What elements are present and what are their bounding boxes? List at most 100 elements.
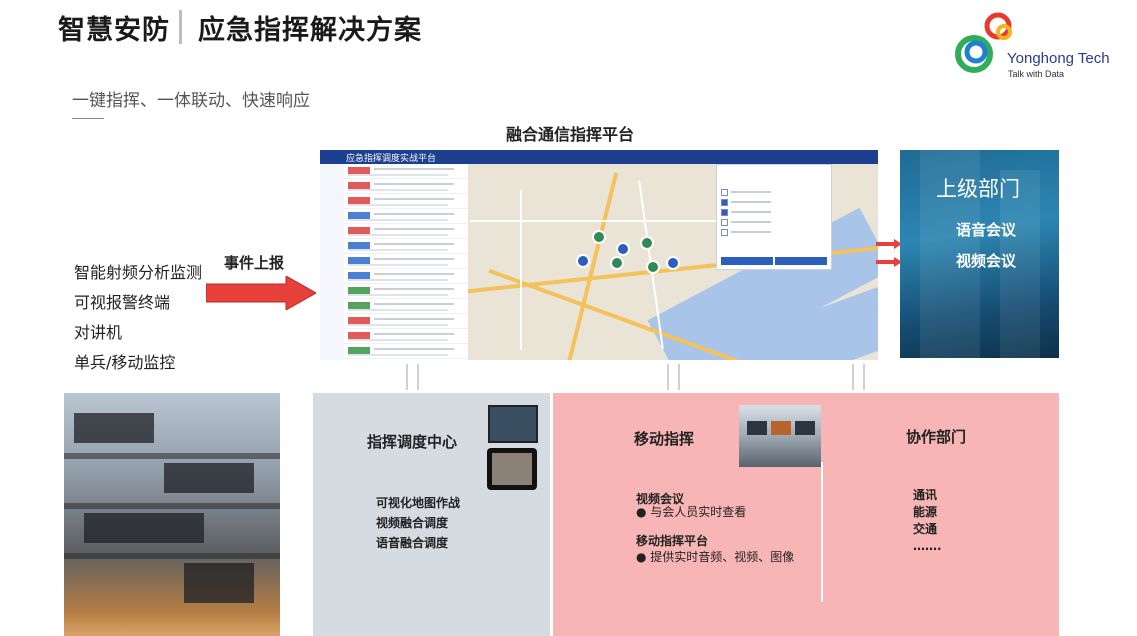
text-line (374, 318, 454, 320)
event-tag (348, 332, 370, 339)
event-tag (348, 317, 370, 324)
map-marker-icon[interactable] (592, 230, 606, 244)
video-conference-bullet: ● 与会人员实时查看 (636, 505, 747, 519)
checkbox[interactable] (721, 209, 728, 216)
text-line (348, 324, 448, 326)
event-tag (348, 212, 370, 219)
screen-shape (771, 421, 791, 435)
event-tag (348, 257, 370, 264)
text-line (374, 333, 454, 335)
list-item[interactable] (344, 164, 468, 179)
cooperation-item: 通讯 (913, 488, 938, 502)
text-line (374, 168, 454, 170)
bullet-text: 与会人员实时查看 (650, 505, 747, 519)
map-marker-icon[interactable] (640, 236, 654, 250)
list-item[interactable] (344, 239, 468, 254)
building-floor (64, 503, 280, 509)
event-tag (348, 197, 370, 204)
page-subtitle: 一键指挥、一体联动、快速响应 (72, 91, 310, 111)
bullet-text: 提供实时音频、视频、图像 (650, 550, 795, 564)
connector-line (667, 364, 669, 390)
panel-button[interactable] (775, 257, 827, 265)
text-line (731, 221, 771, 223)
title-separator (179, 10, 182, 44)
command-center-item: 视频融合调度 (376, 516, 449, 530)
checkbox[interactable] (721, 199, 728, 206)
checkbox[interactable] (721, 229, 728, 236)
cooperation-dept-list: 通讯 能源 交通 ……. (913, 487, 942, 555)
building-window (164, 463, 254, 493)
text-line (731, 191, 771, 193)
checkbox[interactable] (721, 189, 728, 196)
tablet-icon (487, 448, 537, 490)
connector-line (863, 364, 865, 390)
list-item[interactable] (344, 269, 468, 284)
terminal-item: 单兵/移动监控 (74, 353, 176, 372)
connector-line (852, 364, 854, 390)
event-tag (348, 242, 370, 249)
screen-sidebar[interactable] (320, 164, 345, 360)
screen-title: 应急指挥调度实战平台 (346, 154, 437, 164)
screen-event-list[interactable] (344, 164, 468, 360)
map-marker-icon[interactable] (610, 256, 624, 270)
map-marker-icon[interactable] (666, 256, 680, 270)
text-line (348, 219, 448, 221)
text-line (348, 279, 448, 281)
list-item[interactable] (344, 209, 468, 224)
page-title-part2: 应急指挥解决方案 (198, 15, 422, 46)
subtitle-underline (72, 118, 104, 119)
arrow-right-icon (876, 257, 902, 267)
screen-popup-panel[interactable] (716, 164, 832, 270)
list-item[interactable] (344, 344, 468, 359)
text-line (348, 174, 448, 176)
map-marker-icon[interactable] (616, 242, 630, 256)
mobile-platform-title: 移动指挥平台 (636, 534, 709, 548)
monitor-icon (488, 405, 538, 443)
control-room-photo (739, 405, 821, 467)
list-item[interactable] (344, 314, 468, 329)
cooperation-item: 交通 (913, 522, 938, 536)
building-window (84, 513, 204, 543)
cooperation-dept-title: 协作部门 (906, 428, 967, 446)
terminal-item: 智能射频分析监测 (74, 263, 203, 282)
text-line (731, 231, 771, 233)
text-line (374, 348, 454, 350)
list-item[interactable] (344, 284, 468, 299)
screen-shape (795, 421, 815, 435)
panel-button[interactable] (721, 257, 773, 265)
text-line (374, 198, 454, 200)
map-marker-icon[interactable] (646, 260, 660, 274)
list-item[interactable] (344, 254, 468, 269)
event-tag (348, 182, 370, 189)
checkbox[interactable] (721, 219, 728, 226)
connector-line (678, 364, 680, 390)
list-item[interactable] (344, 224, 468, 239)
platform-screenshot: 应急指挥调度实战平台 (320, 150, 878, 360)
text-line (348, 354, 448, 356)
text-line (348, 189, 448, 191)
map-marker-icon[interactable] (576, 254, 590, 268)
text-line (348, 204, 448, 206)
superior-dept-item: 语音会议 (956, 221, 1017, 239)
list-item[interactable] (344, 194, 468, 209)
list-item[interactable] (344, 299, 468, 314)
list-item[interactable] (344, 329, 468, 344)
text-line (374, 228, 454, 230)
text-line (374, 243, 454, 245)
screen-titlebar: 应急指挥调度实战平台 (320, 150, 878, 164)
text-line (374, 258, 454, 260)
text-line (374, 183, 454, 185)
mobile-command-title: 移动指挥 (634, 430, 695, 448)
list-item[interactable] (344, 179, 468, 194)
platform-title: 融合通信指挥平台 (506, 125, 635, 144)
superior-dept-title: 上级部门 (936, 177, 1020, 201)
superior-dept-item: 视频会议 (956, 252, 1017, 270)
event-report-arrow-icon (206, 276, 316, 310)
logo-name: Yonghong Tech (1007, 50, 1110, 67)
text-line (731, 201, 771, 203)
page-title-part1: 智慧安防 (58, 15, 170, 46)
building-fire-photo (64, 393, 280, 636)
terminal-item: 可视报警终端 (74, 293, 171, 312)
connector-line (417, 364, 419, 390)
mobile-platform-bullet: ● 提供实时音频、视频、图像 (636, 550, 795, 564)
